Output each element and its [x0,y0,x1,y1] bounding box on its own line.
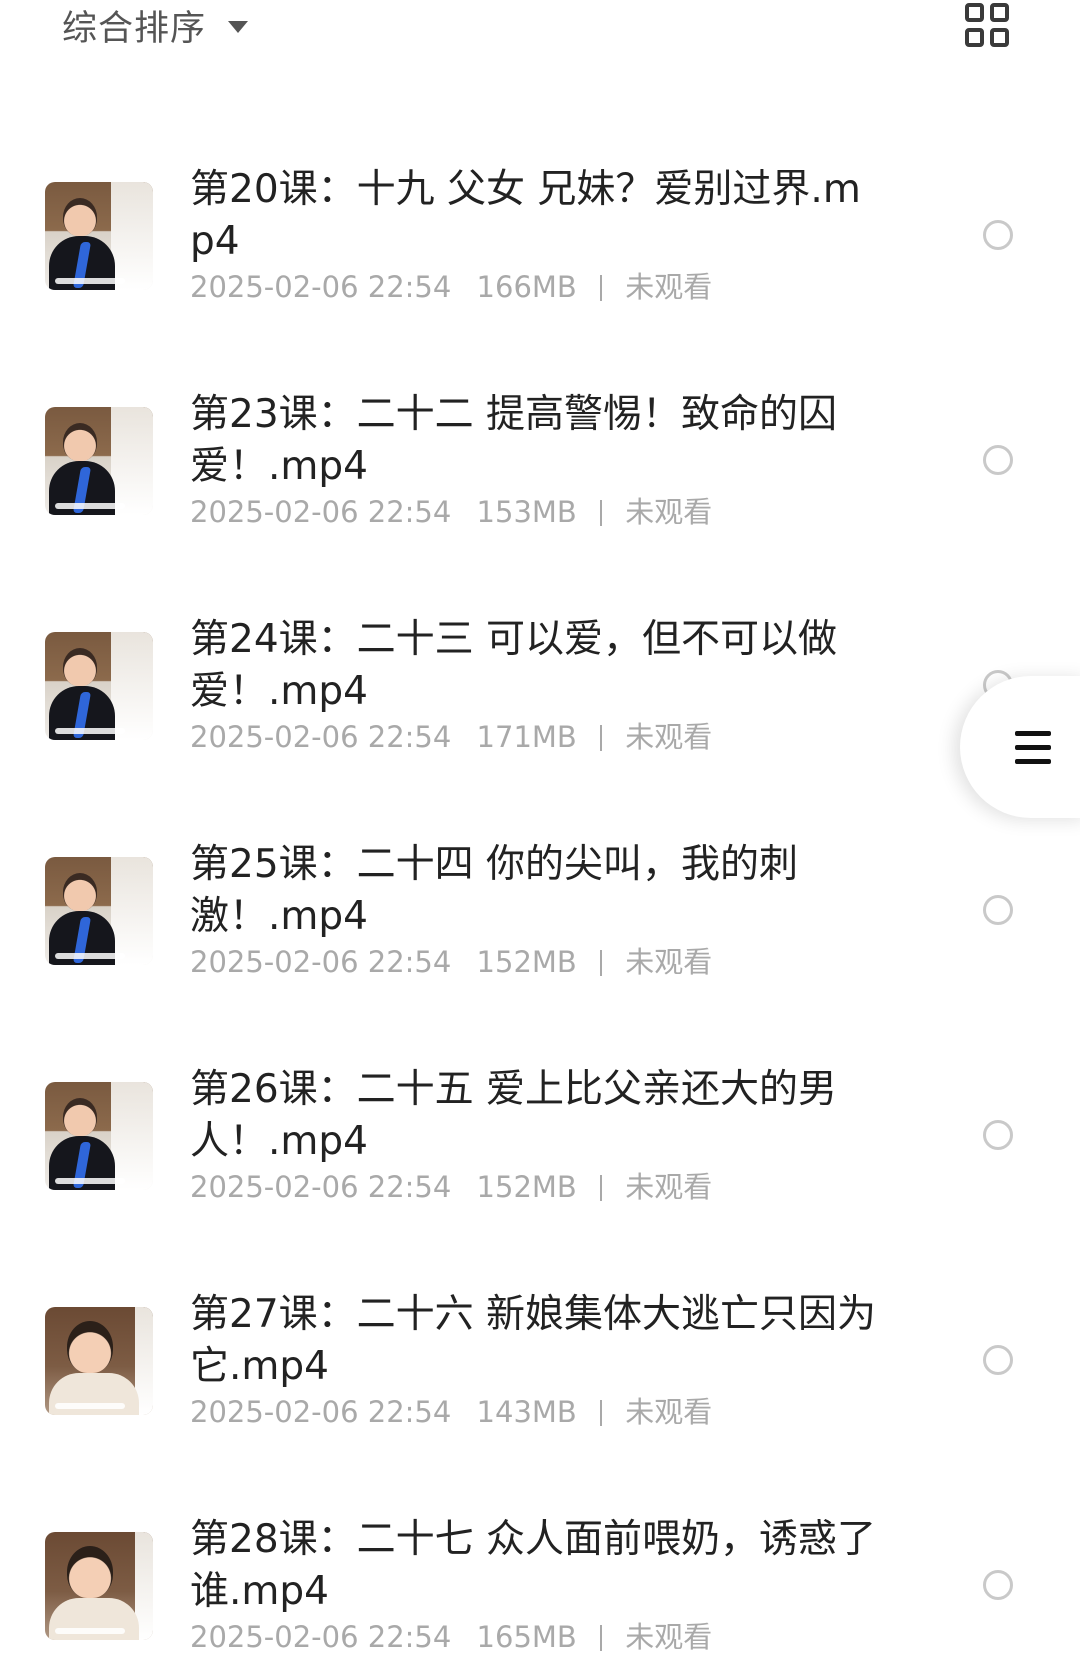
meta-divider [600,950,603,976]
file-meta: 2025-02-06 22:54 165MB 未观看 [190,1618,712,1656]
list-item[interactable]: 第23课：二十二 提高警惕！致命的囚爱！.mp4 2025-02-06 22:5… [0,347,1080,572]
meta-divider [600,725,603,751]
file-date: 2025-02-06 22:54 [190,1620,452,1654]
watch-status: 未观看 [625,1620,713,1654]
meta-divider [600,1400,603,1426]
file-date: 2025-02-06 22:54 [190,495,452,529]
watch-status: 未观看 [625,1395,713,1429]
file-title: 第20课：十九 父女 兄妹？爱别过界.mp4 [190,167,861,264]
list-item[interactable]: 第24课：二十三 可以爱，但不可以做爱！.mp4 2025-02-06 22:5… [0,572,1080,797]
list-item[interactable]: 第28课：二十七 众人面前喂奶，诱惑了谁.mp4 2025-02-06 22:5… [0,1472,1080,1656]
file-size: 143MB [476,1395,577,1429]
file-meta: 2025-02-06 22:54 171MB 未观看 [190,718,712,756]
meta-divider [600,500,603,526]
file-title: 第25课：二十四 你的尖叫，我的刺激！.mp4 [190,842,799,939]
grid-view-button[interactable] [964,2,1010,48]
list-item[interactable]: 第26课：二十五 爱上比父亲还大的男人！.mp4 2025-02-06 22:5… [0,1022,1080,1247]
file-size: 152MB [476,945,577,979]
video-thumbnail [45,1532,153,1640]
caret-down-icon [228,21,249,33]
list-item[interactable]: 第20课：十九 父女 兄妹？爱别过界.mp4 2025-02-06 22:54 … [0,122,1080,347]
file-title: 第28课：二十七 众人面前喂奶，诱惑了谁.mp4 [190,1517,877,1614]
menu-icon [1015,729,1051,765]
file-title: 第26课：二十五 爱上比父亲还大的男人！.mp4 [190,1067,838,1164]
file-title: 第24课：二十三 可以爱，但不可以做爱！.mp4 [190,617,838,714]
meta-divider [600,275,603,301]
file-meta: 2025-02-06 22:54 152MB 未观看 [190,1168,712,1206]
select-radio[interactable] [983,445,1013,475]
meta-divider [600,1625,603,1651]
file-list: 第20课：十九 父女 兄妹？爱别过界.mp4 2025-02-06 22:54 … [0,122,1080,1656]
file-title: 第23课：二十二 提高警惕！致命的囚爱！.mp4 [190,392,838,489]
watch-status: 未观看 [625,270,713,304]
watch-status: 未观看 [625,720,713,754]
select-radio[interactable] [983,220,1013,250]
file-meta: 2025-02-06 22:54 143MB 未观看 [190,1393,712,1431]
list-item[interactable]: 第27课：二十六 新娘集体大逃亡只因为它.mp4 2025-02-06 22:5… [0,1247,1080,1472]
file-date: 2025-02-06 22:54 [190,720,452,754]
select-radio[interactable] [983,1570,1013,1600]
file-title: 第27课：二十六 新娘集体大逃亡只因为它.mp4 [190,1292,877,1389]
meta-divider [600,1175,603,1201]
grid-view-icon [965,3,1009,47]
file-date: 2025-02-06 22:54 [190,1170,452,1204]
select-radio[interactable] [983,1345,1013,1375]
file-size: 152MB [476,1170,577,1204]
file-date: 2025-02-06 22:54 [190,270,452,304]
video-thumbnail [45,857,153,965]
video-thumbnail [45,632,153,740]
file-size: 166MB [476,270,577,304]
watch-status: 未观看 [625,1170,713,1204]
video-thumbnail [45,1082,153,1190]
video-thumbnail [45,407,153,515]
list-item[interactable]: 第25课：二十四 你的尖叫，我的刺激！.mp4 2025-02-06 22:54… [0,797,1080,1022]
file-size: 153MB [476,495,577,529]
watch-status: 未观看 [625,495,713,529]
video-thumbnail [45,1307,153,1415]
top-toolbar: 综合排序 [0,0,1080,60]
file-size: 165MB [476,1620,577,1654]
watch-status: 未观看 [625,945,713,979]
file-date: 2025-02-06 22:54 [190,1395,452,1429]
sort-label: 综合排序 [62,8,207,49]
select-radio[interactable] [983,1120,1013,1150]
file-date: 2025-02-06 22:54 [190,945,452,979]
file-meta: 2025-02-06 22:54 166MB 未观看 [190,268,712,306]
sort-dropdown[interactable]: 综合排序 [62,2,249,49]
file-meta: 2025-02-06 22:54 152MB 未观看 [190,943,712,981]
video-thumbnail [45,182,153,290]
file-meta: 2025-02-06 22:54 153MB 未观看 [190,493,712,531]
select-radio[interactable] [983,895,1013,925]
file-size: 171MB [476,720,577,754]
